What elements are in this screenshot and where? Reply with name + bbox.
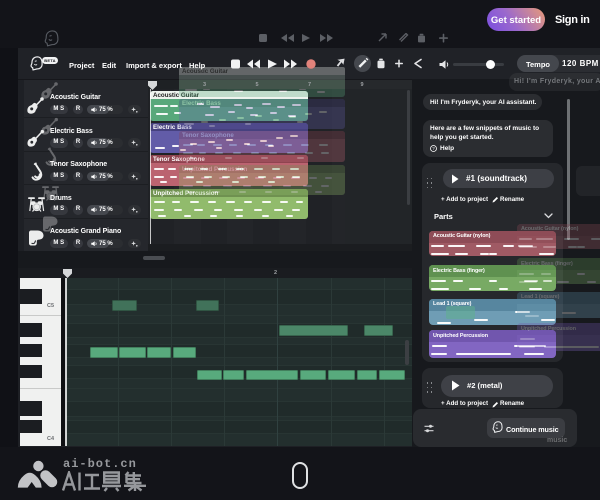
svg-text:?: ? (432, 146, 435, 151)
